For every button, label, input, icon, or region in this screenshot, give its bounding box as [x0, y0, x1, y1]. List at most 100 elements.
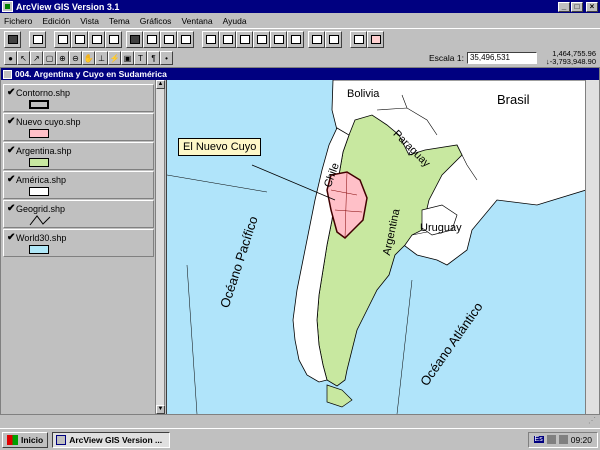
select-feature-tool-icon[interactable]: ▢	[43, 51, 56, 65]
text-tool-icon[interactable]: ¶	[147, 51, 160, 65]
theme-name: Contorno.shp	[16, 88, 71, 98]
theme-checkbox[interactable]: ✔	[7, 204, 16, 214]
zoom-to-selected-button[interactable]	[236, 30, 253, 48]
minimize-button[interactable]: _	[558, 1, 570, 12]
theme-checkbox[interactable]: ✔	[7, 146, 16, 156]
identify-tool-icon[interactable]: ●	[4, 51, 17, 65]
map-canvas[interactable]	[167, 80, 585, 414]
menu-graficos[interactable]: Gráficos	[140, 16, 172, 26]
locate-address-button[interactable]	[143, 30, 160, 48]
zoom-in-tool-icon[interactable]: ⊕	[56, 51, 69, 65]
area-of-interest-tool-icon[interactable]: ▣	[121, 51, 134, 65]
arcview-task-icon	[56, 434, 67, 445]
line-symbol-icon[interactable]	[29, 215, 51, 226]
language-indicator[interactable]: Es	[533, 436, 544, 443]
draw-point-tool-icon[interactable]: •	[160, 51, 173, 65]
clear-selection-button[interactable]	[325, 30, 342, 48]
theme-name: World30.shp	[16, 233, 67, 243]
theme-name: América.shp	[16, 175, 67, 185]
help-button[interactable]	[350, 30, 367, 48]
view-doc-icon[interactable]	[3, 69, 12, 79]
hotlink-tool-icon[interactable]: ⚡	[108, 51, 121, 65]
graticule-line	[186, 264, 198, 414]
theme-geogrid[interactable]: ✔ Geogrid.shp	[3, 200, 154, 228]
scale-label: Escala 1:	[428, 53, 464, 63]
menu-fichero[interactable]: Fichero	[4, 16, 32, 26]
windows-logo-icon	[7, 434, 18, 445]
theme-checkbox[interactable]: ✔	[7, 88, 16, 98]
zoom-previous-button[interactable]	[287, 30, 304, 48]
speaker-icon[interactable]	[558, 435, 568, 444]
toc-scrollbar[interactable]: ▲ ▼	[155, 80, 165, 414]
zoom-in-button[interactable]	[253, 30, 270, 48]
taskbar: Inicio ArcView GIS Version ... Es 09:20	[0, 428, 600, 450]
theme-checkbox[interactable]: ✔	[7, 175, 16, 185]
map-display[interactable]: Bolivia Brasil Paraguay Chile Argentina …	[166, 80, 585, 414]
taskbar-task-arcview[interactable]: ArcView GIS Version ...	[52, 431, 171, 448]
zoom-out-tool-icon[interactable]: ⊖	[69, 51, 82, 65]
measure-tool-icon[interactable]: ⊥	[95, 51, 108, 65]
theme-nuevo-cuyo[interactable]: ✔ Nuevo cuyo.shp	[3, 113, 154, 141]
menu-tema[interactable]: Tema	[109, 16, 130, 26]
label-uruguay: Uruguay	[420, 222, 462, 234]
menu-vista[interactable]: Vista	[80, 16, 99, 26]
graticule-line	[396, 279, 413, 414]
open-table-button[interactable]	[88, 30, 105, 48]
label-bolivia: Bolivia	[347, 88, 380, 100]
table-of-contents: ✔ Contorno.shp ✔ Nuevo cuyo.shp ✔ Argent…	[1, 80, 165, 414]
scroll-up-icon[interactable]: ▲	[156, 80, 165, 89]
edit-legend-button[interactable]	[71, 30, 88, 48]
label-brasil: Brasil	[497, 92, 530, 107]
pointer-tool-icon[interactable]: ↖	[17, 51, 30, 65]
zoom-to-themes-button[interactable]	[219, 30, 236, 48]
find-binoculars-button[interactable]	[126, 30, 143, 48]
view-titlebar: 004. Argentina y Cuyo en Sudamérica	[1, 68, 599, 80]
theme-properties-button[interactable]	[54, 30, 71, 48]
theme-symbol[interactable]	[29, 158, 49, 167]
query-builder-button[interactable]	[105, 30, 122, 48]
theme-symbol[interactable]	[29, 245, 49, 254]
theme-america[interactable]: ✔ América.shp	[3, 171, 154, 199]
pan-hand-tool-icon[interactable]: ✋	[82, 51, 95, 65]
zoom-out-button[interactable]	[270, 30, 287, 48]
app-title: ArcView GIS Version 3.1	[16, 1, 120, 12]
maximize-button[interactable]: □	[571, 1, 583, 12]
theme-symbol[interactable]	[29, 100, 49, 109]
auto-label-button[interactable]	[160, 30, 177, 48]
theme-name: Geogrid.shp	[16, 204, 66, 214]
button-bar	[0, 28, 600, 49]
close-button[interactable]: ×	[586, 1, 598, 12]
vertex-edit-tool-icon[interactable]: ↗	[30, 51, 43, 65]
theme-name: Argentina.shp	[16, 146, 72, 156]
theme-checkbox[interactable]: ✔	[7, 117, 16, 127]
map-callout[interactable]: El Nuevo Cuyo	[178, 138, 262, 156]
theme-symbol[interactable]	[29, 187, 49, 196]
select-features-button[interactable]	[308, 30, 325, 48]
tool-bar: ● ↖ ↗ ▢ ⊕ ⊖ ✋ ⊥ ⚡ ▣ T ¶ • Escala 1: 35,4…	[0, 49, 600, 67]
theme-checkbox[interactable]: ✔	[7, 233, 16, 243]
save-project-button[interactable]	[4, 30, 21, 48]
theme-contorno[interactable]: ✔ Contorno.shp	[3, 84, 154, 112]
network-icon[interactable]	[546, 435, 556, 444]
theme-world30[interactable]: ✔ World30.shp	[3, 229, 154, 257]
task-label: ArcView GIS Version ...	[69, 434, 163, 445]
zoom-full-extent-button[interactable]	[202, 30, 219, 48]
scroll-down-icon[interactable]: ▼	[156, 405, 165, 414]
theme-argentina[interactable]: ✔ Argentina.shp	[3, 142, 154, 170]
label-tool-icon[interactable]: T	[134, 51, 147, 65]
tierra-del-fuego	[326, 384, 353, 408]
theme-symbol[interactable]	[29, 129, 49, 138]
clock[interactable]: 09:20	[571, 435, 592, 445]
view-window: 004. Argentina y Cuyo en Sudamérica ✔ Co…	[0, 67, 600, 415]
menu-ventana[interactable]: Ventana	[181, 16, 212, 26]
hammer-button[interactable]	[177, 30, 194, 48]
hotlink-button[interactable]	[367, 30, 384, 48]
start-button[interactable]: Inicio	[2, 431, 49, 448]
resize-grip-icon[interactable]: ⋰	[588, 416, 598, 426]
menu-ayuda[interactable]: Ayuda	[223, 16, 247, 26]
add-theme-button[interactable]	[29, 30, 46, 48]
arcview-app-icon[interactable]	[2, 1, 13, 12]
map-scrollbar[interactable]	[585, 80, 599, 414]
scale-input[interactable]: 35,496,531	[466, 52, 537, 64]
menu-edicion[interactable]: Edición	[42, 16, 70, 26]
